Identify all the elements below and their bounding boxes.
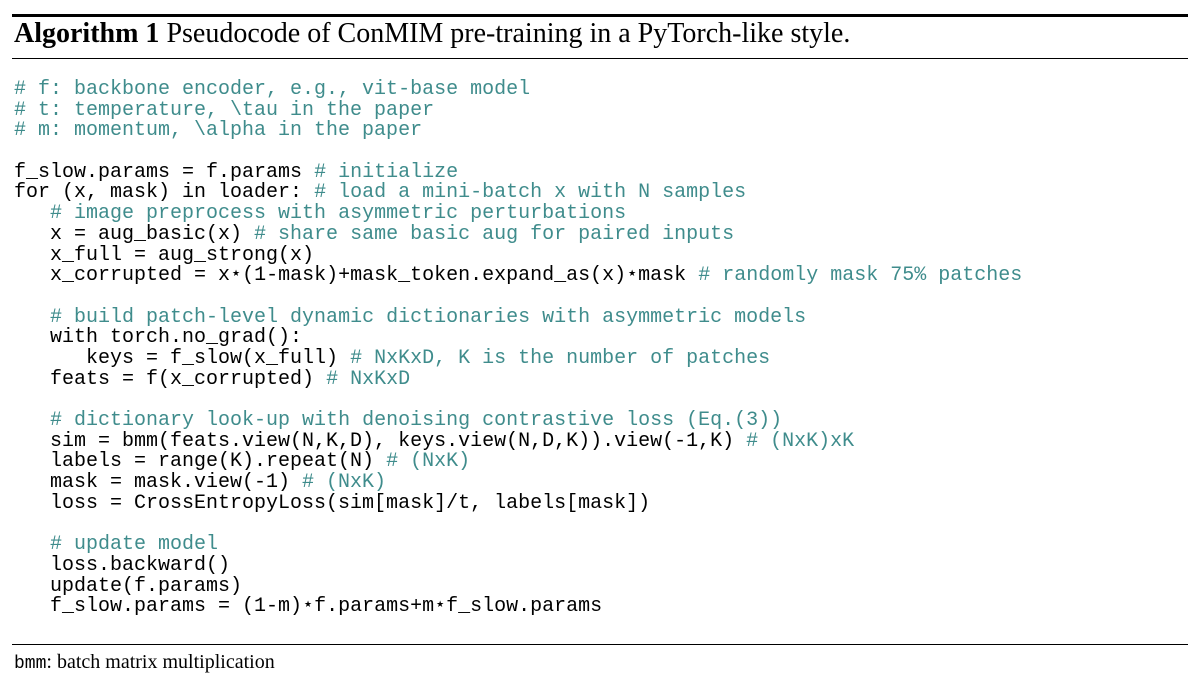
footnote: bmm: batch matrix multiplication (14, 651, 275, 674)
code-comment: # share same basic aug for paired inputs (254, 222, 735, 246)
code-text: loss.backward() (14, 553, 231, 577)
code-line: # dictionary look-up with denoising cont… (14, 409, 1022, 432)
code-comment: # NxKxD, K is the number of patches (350, 346, 771, 370)
code-text: labels = range(K).repeat(N) (14, 450, 387, 474)
code-line: loss.backward() (14, 553, 1022, 577)
code-line: keys = f_slow(x_full) # NxKxD, K is the … (14, 346, 1022, 370)
footnote-term: bmm (14, 654, 47, 674)
code-line: loss = CrossEntropyLoss(sim[mask]/t, lab… (14, 491, 1022, 515)
code-comment: # update model (50, 533, 219, 557)
code-line: # image preprocess with asymmetric pertu… (14, 202, 1022, 226)
code-text: loss = CrossEntropyLoss(sim[mask]/t, lab… (14, 491, 651, 515)
code-text: x_full = aug_strong(x) (14, 243, 315, 267)
code-line: # update model (14, 533, 1022, 557)
code-text: with torch.no_grad(): (14, 326, 303, 350)
code-line: mask = mask.view(-1) # (NxK) (14, 471, 1022, 495)
code-comment: # (NxK) (302, 471, 387, 495)
code-text: x_corrupted = x⋆(1-mask)+mask_token.expa… (14, 264, 699, 288)
code-line: # f: backbone encoder, e.g., vit-base mo… (14, 78, 1022, 101)
code-comment: # (NxK)xK (746, 429, 855, 453)
code-comment: # f: backbone encoder, e.g., vit-base mo… (14, 78, 531, 101)
code-line: # t: temperature, \tau in the paper (14, 98, 1022, 122)
algorithm-title: Algorithm 1 Pseudocode of ConMIM pre-tra… (14, 18, 850, 50)
top-rule (12, 14, 1188, 17)
code-comment: # t: temperature, \tau in the paper (14, 98, 435, 122)
code-text: for (x, mask) in loader: (14, 181, 315, 205)
code-text: mask = mask.view(-1) (14, 471, 303, 495)
code-text: update(f.params) (14, 574, 243, 598)
code-comment: # build patch-level dynamic dictionaries… (50, 305, 807, 329)
code-text: f_slow.params = (1-m)⋆f.params+m⋆f_slow.… (14, 595, 603, 619)
code-text: sim = bmm(feats.view(N,K,D), keys.view(N… (14, 429, 747, 453)
code-line: sim = bmm(feats.view(N,K,D), keys.view(N… (14, 429, 1022, 453)
code-text: feats = f(x_corrupted) (14, 367, 327, 391)
code-text: f_slow.params = f.params (14, 160, 315, 184)
code-line: x = aug_basic(x) # share same basic aug … (14, 222, 1022, 246)
code-line: feats = f(x_corrupted) # NxKxD (14, 367, 1022, 391)
code-line: # m: momentum, \alpha in the paper (14, 121, 1022, 142)
code-comment: # randomly mask 75% patches (698, 264, 1023, 288)
code-line: labels = range(K).repeat(N) # (NxK) (14, 452, 1022, 473)
code-line: x_full = aug_strong(x) (14, 243, 1022, 267)
pseudocode-block: # f: backbone encoder, e.g., vit-base mo… (14, 78, 1023, 619)
footnote-text: : batch matrix multiplication (46, 651, 275, 673)
header-rule (12, 58, 1188, 59)
code-comment: # NxKxD (326, 367, 411, 391)
algorithm-caption: Pseudocode of ConMIM pre-training in a P… (166, 18, 851, 49)
code-comment: # image preprocess with asymmetric pertu… (50, 202, 627, 226)
code-line: x_corrupted = x⋆(1-mask)+mask_token.expa… (14, 264, 1023, 288)
code-line: update(f.params) (14, 574, 1022, 598)
code-line: # build patch-level dynamic dictionaries… (14, 305, 1022, 329)
code-comment: # (NxK) (386, 450, 471, 474)
code-text: keys = f_slow(x_full) (14, 346, 351, 370)
code-line: f_slow.params = (1-m)⋆f.params+m⋆f_slow.… (14, 595, 1022, 619)
code-line: f_slow.params = f.params # initialize (14, 160, 1022, 184)
code-comment: # initialize (314, 160, 459, 184)
code-comment: # dictionary look-up with denoising cont… (50, 409, 783, 432)
bottom-rule (12, 644, 1188, 645)
algorithm-label: Algorithm 1 (14, 18, 160, 49)
code-text: x = aug_basic(x) (14, 222, 255, 246)
code-line: with torch.no_grad(): (14, 326, 1022, 350)
code-comment: # m: momentum, \alpha in the paper (14, 119, 423, 143)
code-line: for (x, mask) in loader: # load a mini-b… (14, 183, 1022, 204)
code-comment: # load a mini-batch x with N samples (314, 181, 747, 205)
